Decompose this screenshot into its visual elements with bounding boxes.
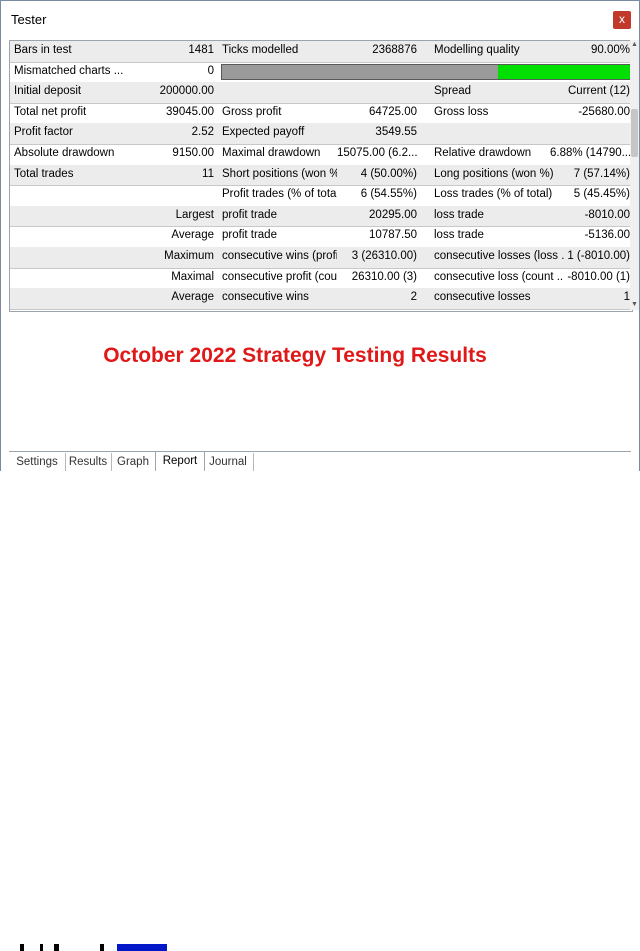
report-label: Gross profit [222, 105, 282, 118]
window-title: Tester [11, 12, 47, 27]
report-value: 7 (57.14%) [573, 167, 630, 180]
chart-bar [20, 944, 24, 951]
modelling-quality-bar [221, 63, 632, 80]
report-value: 0 [207, 64, 214, 77]
report-value: 90.00% [590, 44, 630, 56]
report-value: 10787.50 [369, 229, 417, 242]
report-value: 6 (54.55%) [360, 188, 417, 201]
tab-results[interactable]: Results [65, 453, 112, 471]
report-label: Loss trades (% of total) [434, 188, 553, 201]
chart-bar [40, 944, 43, 951]
report-label: loss trade [434, 208, 484, 221]
report-value: 6.88% (14790.... [550, 147, 630, 159]
report-value: 39045.00 [166, 105, 214, 118]
report-value: -25680.00 [578, 105, 630, 118]
report-row: Mismatched charts ... 0 [10, 62, 632, 84]
report-value: 1 [623, 291, 630, 304]
report-row: Initial deposit 200000.00 Spread Current (1… [10, 82, 632, 104]
tab-settings[interactable]: Settings [9, 453, 66, 471]
report-value: 11 [202, 167, 214, 180]
report-value: 3549.55 [375, 126, 417, 139]
report-label: Gross loss [434, 105, 489, 118]
background-chart-strip [0, 471, 640, 951]
close-icon: x [619, 12, 625, 26]
chart-bar [117, 944, 167, 951]
report-label: Long positions (won %) [434, 167, 554, 180]
report-row: Profit trades (% of total) 6 (54.55%) Loss… [10, 185, 632, 207]
report-row: Absolute drawdown 9150.00 Maximal drawdown… [10, 144, 632, 166]
report-label: Expected payoff [222, 126, 305, 139]
report-value: -8010.00 [584, 208, 630, 221]
report-row: Total trades 11 Short positions (won %) 4 (… [10, 164, 632, 187]
scroll-down-icon[interactable]: ▼ [631, 301, 638, 309]
report-value: 3 (26310.00) [351, 250, 417, 262]
report-label: Ticks modelled [222, 44, 299, 56]
report-value: Average [171, 291, 214, 304]
report-label: Short positions (won %) [222, 167, 337, 180]
report-label: consecutive losses (loss ... [434, 250, 564, 262]
report-row: Total net profit 39045.00 Gross profit 6472… [10, 103, 632, 125]
report-value: 2368876 [372, 44, 417, 56]
chart-bar [100, 944, 104, 951]
report-value: 2.52 [191, 126, 214, 139]
report-row: Maximum consecutive wins (profit... 3 (263… [10, 247, 632, 269]
report-row: Profit factor 2.52 Expected payoff 3549.55 [10, 123, 632, 145]
report-value: 5 (45.45%) [573, 188, 630, 201]
tab-report[interactable]: Report [155, 452, 205, 472]
report-value: 64725.00 [369, 105, 417, 118]
report-value: Average [171, 229, 214, 242]
vertical-scrollbar[interactable] [630, 40, 639, 310]
close-button[interactable]: x [613, 11, 631, 29]
report-label: consecutive loss (count ... [434, 270, 564, 283]
report-row: Largest profit trade 20295.00 loss trade -80… [10, 205, 632, 228]
report-label: profit trade [222, 208, 277, 221]
report-row: Average consecutive wins 2 consecutive loss… [10, 288, 632, 310]
tab-bar: Settings Results Graph Report Journal [9, 451, 631, 472]
report-value: 2 [410, 291, 417, 304]
report-value: Largest [175, 208, 214, 221]
report-row: Average profit trade 10787.50 loss trade -51… [10, 226, 632, 248]
modelling-quality-fill [498, 64, 631, 79]
report-label: Relative drawdown [434, 147, 532, 159]
report-value: -8010.00 (1) [567, 270, 630, 283]
report-label: Spread [434, 85, 472, 98]
chart-bar [54, 944, 59, 951]
report-row: Bars in test 1481 Ticks modelled 2368876 Mod… [10, 41, 632, 63]
report-label: consecutive losses [434, 291, 531, 304]
report-table: Bars in test 1481 Ticks modelled 2368876 Mod… [9, 40, 633, 312]
tab-graph[interactable]: Graph [111, 453, 156, 471]
report-label: profit trade [222, 229, 277, 242]
report-value: 26310.00 (3) [351, 270, 417, 283]
report-value: 9150.00 [172, 147, 214, 159]
report-label: loss trade [434, 229, 484, 242]
report-row: Maximal consecutive profit (cou... 26310.0… [10, 268, 632, 290]
report-value: 1481 [188, 44, 214, 56]
scroll-up-icon[interactable]: ▲ [631, 41, 638, 49]
tab-journal[interactable]: Journal [203, 453, 254, 471]
report-value: 200000.00 [159, 85, 214, 98]
report-value: Maximum [164, 250, 214, 262]
report-value: -5136.00 [584, 229, 630, 242]
tester-window: Tester x Bars in test 1481 Ticks modelled 2… [0, 0, 640, 480]
report-label: consecutive wins (profit... [222, 250, 337, 262]
report-value: Current (12) [568, 85, 630, 98]
title-bar: Tester x [1, 1, 639, 39]
report-label: consecutive wins [222, 291, 309, 304]
report-label: Modelling quality [434, 44, 520, 56]
overlay-caption: October 2022 Strategy Testing Results [103, 344, 487, 367]
report-value: Maximal [171, 270, 214, 283]
report-label: Maximal drawdown [222, 147, 321, 159]
scrollbar-thumb[interactable] [631, 109, 638, 157]
report-value: 20295.00 [369, 208, 417, 221]
report-value: 4 (50.00%) [360, 167, 417, 180]
report-value: 15075.00 (6.2... [337, 147, 417, 159]
report-label: Profit trades (% of total) [222, 188, 337, 201]
report-label: consecutive profit (cou... [222, 270, 337, 283]
report-value: 1 (-8010.00) [567, 250, 630, 262]
